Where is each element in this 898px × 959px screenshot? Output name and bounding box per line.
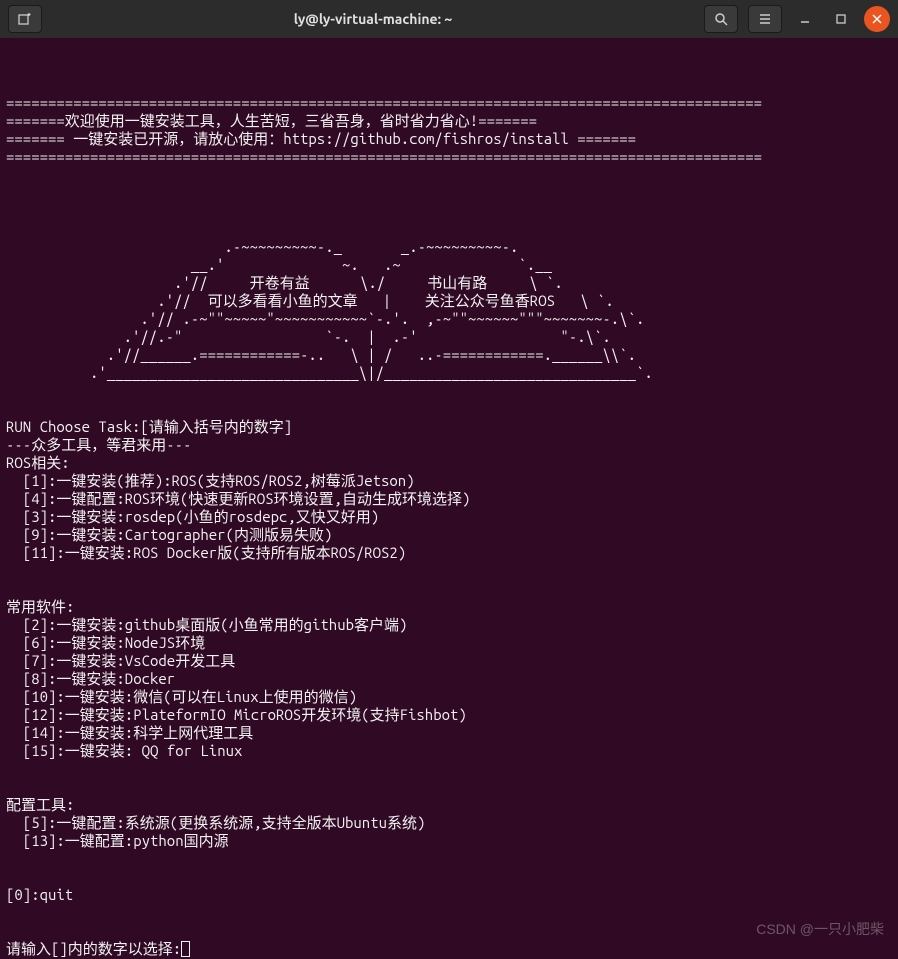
titlebar: ly@ly-virtual-machine: ~ <box>0 0 898 38</box>
menu-item: [10]:一键安装:微信(可以在Linux上使用的微信) <box>6 688 357 705</box>
new-tab-icon <box>18 12 32 26</box>
cursor[interactable] <box>181 941 190 957</box>
maximize-button[interactable] <box>828 6 854 32</box>
ascii-art-line: .'//.-" `-. | .-' "-.\`. <box>6 328 611 345</box>
minimize-icon <box>800 14 810 24</box>
hamburger-icon <box>758 12 772 26</box>
search-icon <box>714 12 728 26</box>
input-prompt: 请输入[]内的数字以选择: <box>6 940 181 957</box>
menu-item: [7]:一键安装:VsCode开发工具 <box>6 652 235 669</box>
menu-item: [11]:一键安装:ROS Docker版(支持所有版本ROS/ROS2) <box>6 544 406 561</box>
menu-item: [3]:一键安装:rosdep(小鱼的rosdepc,又快又好用) <box>6 508 379 525</box>
subheader: ---众多工具，等君来用--- <box>6 436 191 453</box>
banner-line-1: =======欢迎使用一键安装工具，人生苦短，三省吾身，省时省力省心!=====… <box>6 112 537 129</box>
prompt-header: RUN Choose Task:[请输入括号内的数字] <box>6 418 292 435</box>
search-button[interactable] <box>704 5 738 33</box>
close-icon <box>872 14 882 24</box>
menu-item: [2]:一键安装:github桌面版(小鱼常用的github客户端) <box>6 616 407 633</box>
ascii-art-line: .'______________________________\|/_____… <box>6 364 653 381</box>
maximize-icon <box>836 14 846 24</box>
menu-item: [14]:一键安装:科学上网代理工具 <box>6 724 253 741</box>
divider: ========================================… <box>6 94 762 111</box>
window-title: ly@ly-virtual-machine: ~ <box>50 11 696 27</box>
ascii-art-line: .'//______.============-.. \ | / ..-====… <box>6 346 636 363</box>
section-ros-title: ROS相关: <box>6 454 70 471</box>
terminal-content[interactable]: ========================================… <box>0 38 898 959</box>
menu-item: [12]:一键安装:PlateformIO MicroROS开发环境(支持Fis… <box>6 706 467 723</box>
minimize-button[interactable] <box>792 6 818 32</box>
titlebar-right <box>704 5 890 33</box>
quit-option: [0]:quit <box>6 886 73 903</box>
menu-item: [9]:一键安装:Cartographer(内测版易失败) <box>6 526 332 543</box>
ascii-art-line: __.' ~. .~ `.__ <box>6 256 552 273</box>
terminal-window: ly@ly-virtual-machine: ~ <box>0 0 898 959</box>
new-tab-button[interactable] <box>8 5 42 33</box>
menu-button[interactable] <box>748 5 782 33</box>
ascii-art-line: .'// 开卷有益 \./ 书山有路 \ `. <box>6 274 563 291</box>
menu-item: [5]:一键配置:系统源(更换系统源,支持全版本Ubuntu系统) <box>6 814 425 831</box>
titlebar-left <box>8 5 42 33</box>
menu-item: [8]:一键安装:Docker <box>6 670 175 687</box>
menu-item: [13]:一键配置:python国内源 <box>6 832 229 849</box>
section-config-title: 配置工具: <box>6 796 74 813</box>
divider: ========================================… <box>6 148 762 165</box>
banner-line-2: ======= 一键安装已开源，请放心使用：https://github.com… <box>6 130 636 147</box>
ascii-art-line: .-~~~~~~~~~-._ _.-~~~~~~~~~-. <box>6 238 518 255</box>
menu-item: [15]:一键安装: QQ for Linux <box>6 742 242 759</box>
ascii-art-line: .'// .-~""~~~~~"~~~~~~~~~~~`-.'. ,-~""~~… <box>6 310 644 327</box>
watermark: CSDN @一只小肥柴 <box>756 919 884 939</box>
menu-item: [6]:一键安装:NodeJS环境 <box>6 634 205 651</box>
menu-item: [4]:一键配置:ROS环境(快速更新ROS环境设置,自动生成环境选择) <box>6 490 470 507</box>
close-button[interactable] <box>864 6 890 32</box>
menu-item: [1]:一键安装(推荐):ROS(支持ROS/ROS2,树莓派Jetson) <box>6 472 415 489</box>
ascii-art-line: .'// 可以多看看小鱼的文章 | 关注公众号鱼香ROS \ `. <box>6 292 614 309</box>
section-common-title: 常用软件: <box>6 598 74 615</box>
